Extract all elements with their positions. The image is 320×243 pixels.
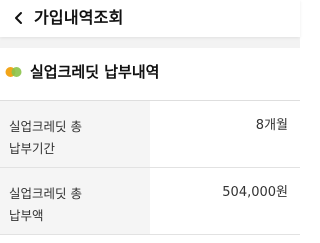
chevron-left-icon <box>15 12 22 24</box>
orange-green-dots-icon <box>5 67 22 77</box>
table-row: 실업크레딧 총 납부기간 8개월 <box>0 101 300 168</box>
table-row: 실업크레딧 총 납부액 504,000원 <box>0 168 300 235</box>
section-divider-band <box>0 37 300 48</box>
row-value-total-period: 8개월 <box>255 118 288 133</box>
section-title: 실업크레딧 납부내역 <box>30 63 160 81</box>
page-title: 가입내역조회 <box>34 8 124 27</box>
back-button[interactable] <box>4 3 34 33</box>
app-header: 가입내역조회 <box>0 0 300 37</box>
info-table: 실업크레딧 총 납부기간 8개월 실업크레딧 총 납부액 504,000원 <box>0 100 300 235</box>
row-value-total-amount: 504,000원 <box>222 185 288 200</box>
payment-history-section: 실업크레딧 납부내역 실업크레딧 총 납부기간 8개월 실업크레딧 총 납부액 … <box>0 48 300 243</box>
row-label-total-amount: 실업크레딧 총 납부액 <box>0 168 150 234</box>
row-label-total-period: 실업크레딧 총 납부기간 <box>0 101 150 167</box>
section-header: 실업크레딧 납부내역 <box>0 48 300 100</box>
